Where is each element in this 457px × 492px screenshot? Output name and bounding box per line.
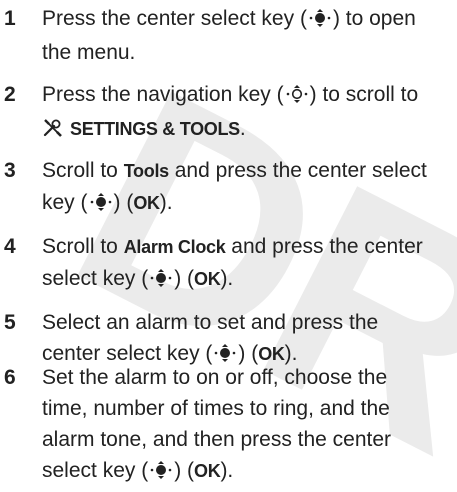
step-number: 6 [4, 366, 16, 389]
navigation-key-icon [286, 82, 308, 113]
step-text: Press the navigation key () to scroll to… [42, 79, 452, 147]
step-text: Scroll to Alarm Clock and press the cent… [42, 231, 452, 297]
step-number: 1 [4, 7, 16, 30]
step-number: 3 [4, 159, 16, 182]
step-number: 4 [4, 235, 16, 258]
center-select-key-icon [309, 6, 331, 37]
step-number: 2 [4, 83, 16, 106]
settings-tools-icon [42, 116, 64, 147]
step-text: Set the alarm to on or off, choose the t… [42, 362, 452, 489]
step-text: Scroll to Tools and press the center sel… [42, 155, 452, 221]
center-select-key-icon [150, 266, 172, 297]
step-number: 5 [4, 311, 16, 334]
center-select-key-icon [90, 190, 112, 221]
center-select-key-icon [150, 458, 172, 489]
step-text: Press the center select key () to open t… [42, 6, 416, 64]
